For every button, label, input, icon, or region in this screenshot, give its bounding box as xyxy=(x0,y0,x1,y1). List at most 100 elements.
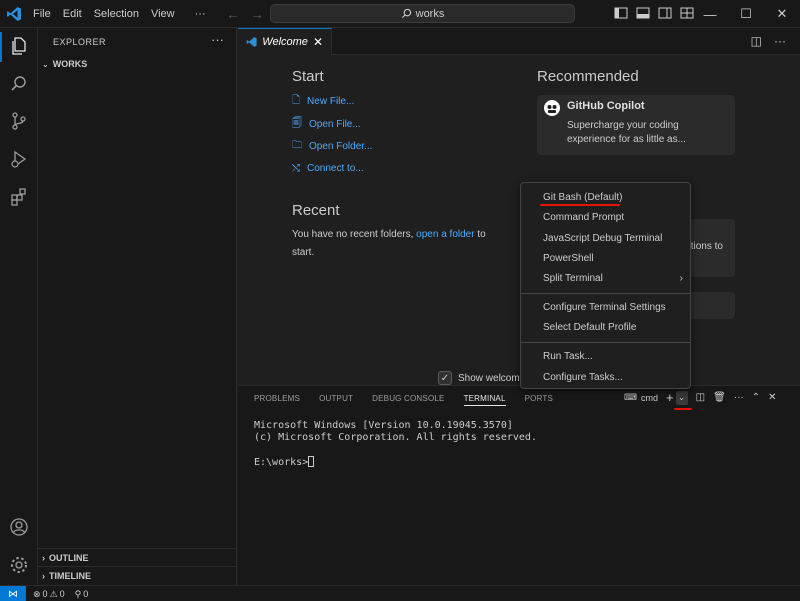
vscode-tab-icon xyxy=(246,37,257,47)
chevron-down-icon: ⌄ xyxy=(42,59,49,69)
minimize-icon[interactable]: — xyxy=(692,0,728,28)
menu-edit[interactable]: Edit xyxy=(57,8,88,20)
menu-item-configure-tasks[interactable]: Configure Tasks... xyxy=(543,368,683,386)
folder-name: WORKS xyxy=(52,59,88,69)
back-arrow-icon[interactable]: ← xyxy=(226,6,240,22)
forward-arrow-icon[interactable]: → xyxy=(250,6,264,22)
terminal-output[interactable]: Microsoft Windows [Version 10.0.19045.35… xyxy=(254,420,537,469)
maximize-icon[interactable]: ☐ xyxy=(728,0,764,28)
connect-to-label: Connect to... xyxy=(307,162,364,174)
error-icon: ⊗ xyxy=(33,588,41,599)
new-terminal-plus-icon[interactable]: + xyxy=(666,390,674,405)
menu-item-split-terminal[interactable]: Split Terminal › xyxy=(543,269,683,287)
recent-text-1: You have no recent folders, xyxy=(292,229,414,240)
new-file-link[interactable]: 🗋 New File... xyxy=(292,92,354,110)
copilot-card[interactable]: GitHub Copilot Supercharge your coding e… xyxy=(537,95,735,155)
close-panel-icon[interactable]: ✕ xyxy=(768,392,776,403)
show-welcome-toggle[interactable]: ✓ Show welcom xyxy=(438,371,520,385)
open-folder-label: Open Folder... xyxy=(309,140,373,152)
more-actions-icon[interactable]: ··· xyxy=(211,32,224,47)
layout-controls xyxy=(614,6,694,20)
terminal-prompt: E:\works> xyxy=(254,457,309,468)
chevron-right-icon: › xyxy=(42,552,45,563)
chevron-down-icon[interactable]: ⌄ xyxy=(675,390,688,405)
menu-view[interactable]: View xyxy=(145,8,181,20)
open-folder-link[interactable]: 🗀 Open Folder... xyxy=(292,137,372,155)
new-terminal-group: + ⌄ xyxy=(666,390,688,405)
menu-item-command-prompt[interactable]: Command Prompt xyxy=(543,208,683,226)
source-control-icon[interactable] xyxy=(7,109,31,133)
recent-message: You have no recent folders, open a folde… xyxy=(292,226,507,262)
terminal-cursor xyxy=(308,456,315,467)
menu-bar: File Edit Selection View ··· xyxy=(27,0,212,28)
tab-label: Welcome xyxy=(262,36,308,48)
maximize-panel-icon[interactable]: ⌃ xyxy=(752,392,760,403)
navigation-arrows: ← → xyxy=(226,6,266,22)
folder-works-header[interactable]: ⌄ WORKS xyxy=(38,55,237,73)
tab-ports[interactable]: PORTS xyxy=(525,394,553,403)
command-center-search[interactable]: works xyxy=(270,4,575,23)
warning-icon: ⚠ xyxy=(49,588,58,599)
split-terminal-label: Split Terminal xyxy=(543,272,603,284)
timeline-section-header[interactable]: › TIMELINE xyxy=(38,566,237,584)
menu-item-js-debug-terminal[interactable]: JavaScript Debug Terminal xyxy=(543,229,683,247)
terminal-instance[interactable]: ⌨ cmd xyxy=(624,392,658,403)
close-window-icon[interactable]: ✕ xyxy=(764,0,800,28)
terminal-line: ​ xyxy=(254,444,537,456)
editor-tabs: Welcome ✕ ◫ ··· xyxy=(238,28,800,55)
tab-problems[interactable]: PROBLEMS xyxy=(254,394,300,403)
tab-terminal[interactable]: TERMINAL xyxy=(463,391,506,406)
recent-heading: Recent xyxy=(292,202,340,219)
remote-indicator-icon[interactable]: ⋈ xyxy=(0,586,26,601)
annotation-underline xyxy=(540,204,620,206)
status-items: ⊗ 0 ⚠ 0 ⚲ 0 xyxy=(33,586,88,601)
open-file-icon: 🗐 xyxy=(292,117,302,129)
split-editor-icon[interactable]: ◫ xyxy=(751,34,762,48)
copilot-description: Supercharge your coding experience for a… xyxy=(567,120,686,145)
toggle-sidebar-icon[interactable] xyxy=(614,6,628,20)
menu-selection[interactable]: Selection xyxy=(88,8,145,20)
panel-tabs: PROBLEMS OUTPUT DEBUG CONSOLE TERMINAL P… xyxy=(254,386,553,411)
more-actions-icon[interactable]: ··· xyxy=(734,392,744,403)
run-debug-icon[interactable] xyxy=(7,147,31,171)
folder-icon: 🗀 xyxy=(292,139,302,151)
more-actions-icon[interactable]: ··· xyxy=(774,34,786,48)
menu-more[interactable]: ··· xyxy=(181,8,212,20)
ports-status[interactable]: ⚲ 0 xyxy=(75,589,89,600)
chevron-right-icon: › xyxy=(42,570,45,581)
toggle-secondary-sidebar-icon[interactable] xyxy=(658,6,672,20)
bottom-panel: PROBLEMS OUTPUT DEBUG CONSOLE TERMINAL P… xyxy=(238,385,800,585)
checkbox-icon[interactable]: ✓ xyxy=(438,371,452,385)
menu-file[interactable]: File xyxy=(27,8,57,20)
accounts-icon[interactable] xyxy=(7,515,31,539)
search-text: works xyxy=(415,7,445,20)
explorer-icon[interactable] xyxy=(7,34,31,58)
toggle-panel-icon[interactable] xyxy=(636,6,650,20)
extensions-icon[interactable] xyxy=(7,185,31,209)
menu-item-run-task[interactable]: Run Task... xyxy=(543,347,683,365)
menu-separator xyxy=(521,293,690,294)
tab-welcome[interactable]: Welcome ✕ xyxy=(238,28,332,55)
close-tab-icon[interactable]: ✕ xyxy=(313,35,323,49)
open-folder-inline-link[interactable]: open a folder xyxy=(416,229,474,240)
split-terminal-icon[interactable]: ◫ xyxy=(696,392,705,403)
connect-to-link[interactable]: ⤭ Connect to... xyxy=(292,159,364,177)
outline-label: OUTLINE xyxy=(49,552,89,563)
open-file-link[interactable]: 🗐 Open File... xyxy=(292,115,361,133)
menu-item-default-profile[interactable]: Select Default Profile xyxy=(543,318,683,336)
outline-section-header[interactable]: › OUTLINE xyxy=(38,548,237,566)
problems-status[interactable]: ⊗ 0 ⚠ 0 xyxy=(33,589,65,600)
tab-debug-console[interactable]: DEBUG CONSOLE xyxy=(372,394,444,403)
active-indicator xyxy=(0,32,2,62)
terminal-name: cmd xyxy=(641,392,659,403)
ports-count: 0 xyxy=(83,589,89,599)
menu-item-configure-settings[interactable]: Configure Terminal Settings xyxy=(543,298,683,316)
trash-icon[interactable]: 🗑 xyxy=(713,392,726,403)
chevron-right-icon: › xyxy=(679,272,683,284)
vscode-logo-icon xyxy=(7,7,21,21)
menu-item-powershell[interactable]: PowerShell xyxy=(543,249,683,267)
manage-gear-icon[interactable] xyxy=(7,553,31,577)
search-activity-icon[interactable] xyxy=(7,72,31,96)
tab-output[interactable]: OUTPUT xyxy=(319,394,353,403)
new-file-icon: 🗋 xyxy=(292,94,301,106)
